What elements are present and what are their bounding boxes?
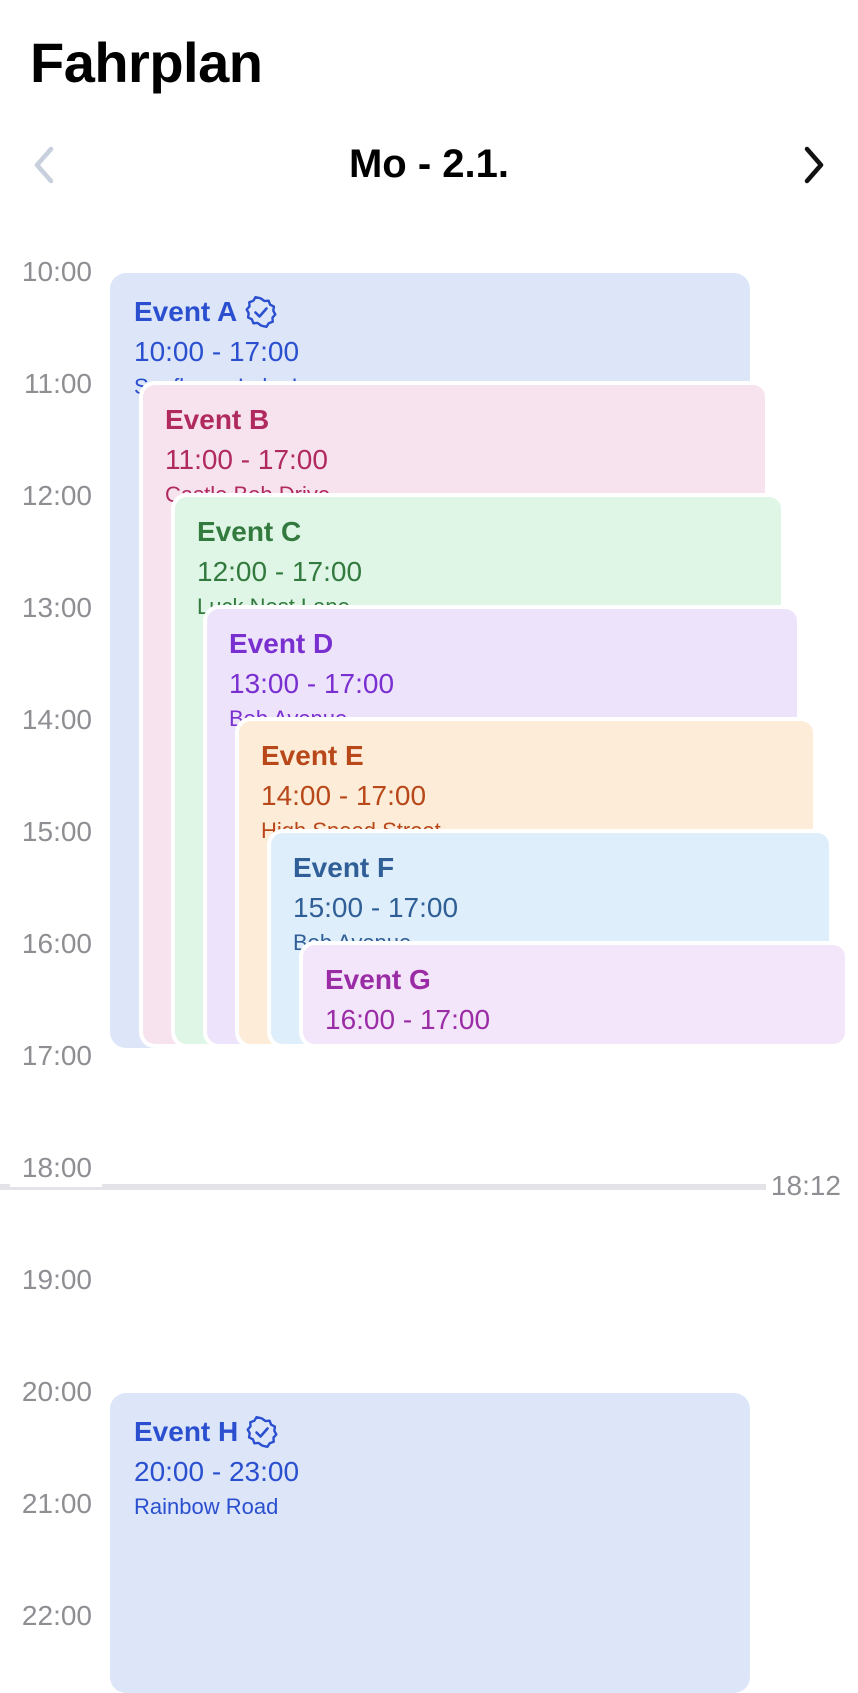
- day-timeline[interactable]: 10:00 11:00 12:00 13:00 14:00 15:00 16:00 17:00…: [0, 0, 858, 1693]
- hour-label: 20:00: [21, 1376, 92, 1407]
- hour-label: 12:00: [21, 480, 92, 511]
- event-location: Rainbow Road: [134, 1494, 279, 1519]
- hour-label: 18:00: [21, 1152, 92, 1183]
- event-title: Event C: [197, 516, 302, 547]
- current-time-label: 18:12: [770, 1170, 841, 1201]
- hour-label: 16:00: [21, 928, 92, 959]
- event-title: Event B: [165, 404, 270, 435]
- current-time-line: [0, 1184, 766, 1190]
- hour-label: 22:00: [21, 1600, 92, 1631]
- event-title: Event G: [325, 964, 431, 995]
- hour-label: 15:00: [21, 816, 92, 847]
- event-time: 20:00 - 23:00: [134, 1456, 300, 1487]
- event-time: 15:00 - 17:00: [293, 892, 459, 923]
- event-card-g[interactable]: Event G 16:00 - 17:00: [299, 941, 849, 1048]
- event-time: 12:00 - 17:00: [197, 556, 363, 587]
- event-title: Event F: [293, 852, 395, 883]
- event-card-h[interactable]: Event H 20:00 - 23:00 Rainbow Road: [110, 1393, 750, 1693]
- hour-label: 17:00: [21, 1040, 92, 1071]
- hour-label: 10:00: [21, 256, 92, 287]
- event-title: Event E: [261, 740, 364, 771]
- event-time: 14:00 - 17:00: [261, 780, 427, 811]
- event-time: 10:00 - 17:00: [134, 336, 300, 367]
- event-title: Event A: [134, 295, 750, 329]
- verified-check-icon: [245, 296, 277, 328]
- event-title: Event H: [134, 1415, 750, 1449]
- event-time: 16:00 - 17:00: [325, 1004, 491, 1035]
- event-title: Event D: [229, 628, 334, 659]
- hour-label: 11:00: [24, 368, 92, 399]
- event-time: 11:00 - 17:00: [165, 444, 328, 475]
- hour-label: 13:00: [21, 592, 92, 623]
- event-time: 13:00 - 17:00: [229, 668, 395, 699]
- hour-label: 21:00: [21, 1488, 92, 1519]
- hour-label: 19:00: [21, 1264, 92, 1295]
- hour-label: 14:00: [21, 704, 92, 735]
- verified-check-icon: [246, 1416, 278, 1448]
